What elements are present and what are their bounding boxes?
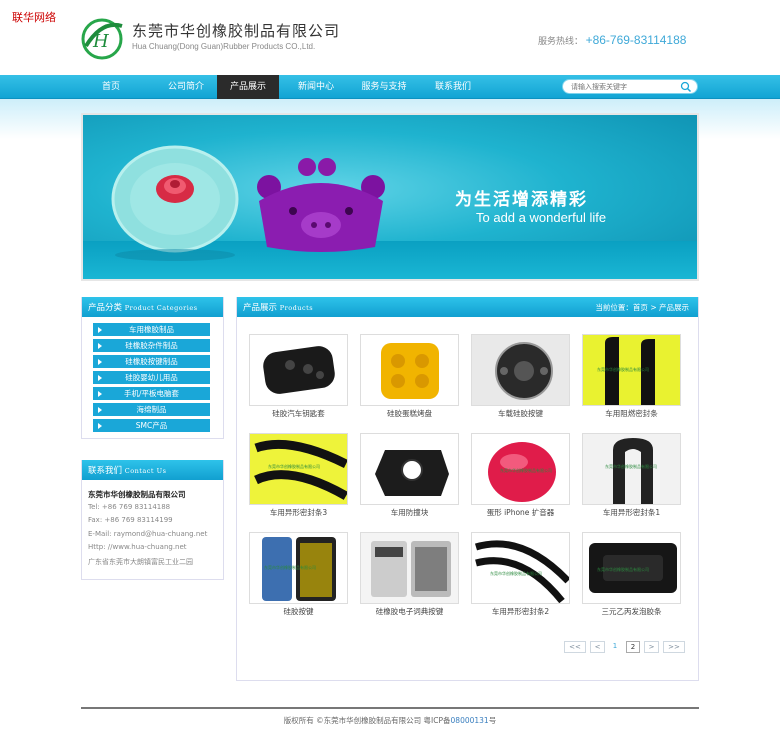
category-item[interactable]: 硅橡胶杂件制品 — [93, 339, 210, 352]
footer-copyright: 版权所有 ©东莞市华创橡胶制品有限公司 粤ICP备08000131号 — [283, 716, 497, 725]
footer-divider — [81, 707, 699, 709]
product-image[interactable] — [360, 532, 459, 604]
product-image[interactable]: 东莞市华创橡胶制品有限公司 — [582, 334, 681, 406]
product-image[interactable] — [360, 334, 459, 406]
svg-text:东莞市华创橡胶制品有限公司: 东莞市华创橡胶制品有限公司 — [264, 564, 316, 570]
category-item[interactable]: SMC产品 — [93, 419, 210, 432]
svg-text:H: H — [92, 31, 109, 52]
svg-text:东莞市华创橡胶制品有限公司: 东莞市华创橡胶制品有限公司 — [268, 463, 320, 469]
product-caption[interactable]: 车用阻燃密封条 — [572, 408, 691, 419]
category-item[interactable]: 硅胶婴幼儿用品 — [93, 371, 210, 384]
product-image[interactable] — [471, 334, 570, 406]
pagination-current[interactable]: 2 — [626, 641, 640, 653]
logo-icon: H — [81, 18, 123, 60]
search-box — [562, 79, 698, 94]
product-image[interactable]: 东莞市华创橡胶制品有限公司 — [471, 433, 570, 505]
nav-products[interactable]: 产品展示 — [217, 75, 279, 99]
nav-contact[interactable]: 联系我们 — [422, 75, 484, 99]
hotline-number: +86-769-83114188 — [585, 33, 687, 47]
pagination-last[interactable]: >> — [663, 641, 685, 653]
product-caption[interactable]: 车用防撞块 — [350, 507, 469, 518]
category-item[interactable]: 硅橡胶按键制品 — [93, 355, 210, 368]
hotline-label: 服务热线： — [538, 37, 584, 47]
product-caption[interactable]: 硅胶蛋糕烤盘 — [350, 408, 469, 419]
product-image[interactable] — [360, 433, 459, 505]
svg-text:东莞市华创橡胶制品有限公司: 东莞市华创橡胶制品有限公司 — [597, 366, 649, 372]
logo[interactable]: H 东莞市华创橡胶制品有限公司 Hua Chuang(Dong Guan)Rub… — [80, 16, 380, 60]
hotline: 服务热线： +86-769-83114188 — [538, 33, 686, 47]
svg-text:东莞市华创橡胶制品有限公司: 东莞市华创橡胶制品有限公司 — [500, 467, 552, 473]
contact-website[interactable]: Http: //www.hua-chuang.net — [88, 543, 187, 551]
product-image[interactable]: 东莞市华创橡胶制品有限公司 — [582, 532, 681, 604]
contact-email[interactable]: E-Mail: raymond@hua-chuang.net — [88, 530, 207, 538]
pagination-first[interactable]: << — [564, 641, 586, 653]
banner-slogan-cn: 为生活增添精彩 — [455, 190, 588, 210]
product-image[interactable]: 东莞市华创橡胶制品有限公司 — [471, 532, 570, 604]
nav-home[interactable]: 首页 — [80, 75, 142, 99]
silicone-lid-image — [111, 145, 239, 261]
pagination-page[interactable]: 1 — [608, 641, 622, 653]
nav-service[interactable]: 服务与支持 — [350, 75, 418, 99]
categories-panel — [81, 297, 224, 439]
pagination-next[interactable]: > — [644, 641, 659, 653]
product-image[interactable]: 东莞市华创橡胶制品有限公司 — [249, 532, 348, 604]
contact-company: 东莞市华创橡胶制品有限公司 — [88, 490, 186, 499]
product-caption[interactable]: 蛋形 iPhone 扩音器 — [461, 507, 580, 518]
contact-address: 广东省东莞市大朗镇富民工业二园 — [88, 558, 193, 566]
watermark: 联华网络 — [12, 11, 56, 24]
product-caption[interactable]: 车用异形密封条1 — [572, 507, 691, 518]
contact-fax: Fax: +86 769 83114199 — [88, 516, 173, 524]
search-input[interactable] — [571, 81, 681, 93]
product-caption[interactable]: 车用异形密封条3 — [239, 507, 358, 518]
product-caption[interactable]: 硅胶汽车钥匙套 — [239, 408, 358, 419]
category-item[interactable]: 海绵制品 — [93, 403, 210, 416]
svg-text:东莞市华创橡胶制品有限公司: 东莞市华创橡胶制品有限公司 — [490, 570, 542, 576]
product-image[interactable]: 东莞市华创橡胶制品有限公司 — [249, 433, 348, 505]
product-caption[interactable]: 车用异形密封条2 — [461, 606, 580, 617]
product-image[interactable]: 东莞市华创橡胶制品有限公司 — [582, 433, 681, 505]
product-image[interactable] — [249, 334, 348, 406]
svg-text:东莞市华创橡胶制品有限公司: 东莞市华创橡胶制品有限公司 — [605, 463, 657, 469]
purple-purse-image — [257, 158, 385, 252]
contact-tel: Tel: +86 769 83114188 — [88, 503, 171, 511]
pagination-prev[interactable]: < — [590, 641, 605, 653]
product-caption[interactable]: 车载硅胶按键 — [461, 408, 580, 419]
svg-text:东莞市华创橡胶制品有限公司: 东莞市华创橡胶制品有限公司 — [597, 566, 649, 572]
nav-news[interactable]: 新闻中心 — [285, 75, 347, 99]
company-name-cn: 东莞市华创橡胶制品有限公司 — [132, 22, 341, 40]
product-caption[interactable]: 硅橡胶电子词典按键 — [350, 606, 469, 617]
product-caption[interactable]: 三元乙丙发泡胶条 — [572, 606, 691, 617]
company-name-en: Hua Chuang(Dong Guan)Rubber Products CO.… — [132, 42, 316, 51]
category-item[interactable]: 手机/平板电脑套 — [93, 387, 210, 400]
search-icon[interactable] — [680, 81, 692, 93]
hero-banner: 为生活增添精彩 To add a wonderful life — [81, 113, 699, 281]
banner-slogan-en: To add a wonderful life — [476, 210, 607, 225]
category-item[interactable]: 车用橡胶制品 — [93, 323, 210, 336]
nav-about[interactable]: 公司简介 — [148, 75, 224, 99]
icp-link[interactable]: 08000131 — [451, 716, 489, 725]
product-caption[interactable]: 硅胶按键 — [239, 606, 358, 617]
